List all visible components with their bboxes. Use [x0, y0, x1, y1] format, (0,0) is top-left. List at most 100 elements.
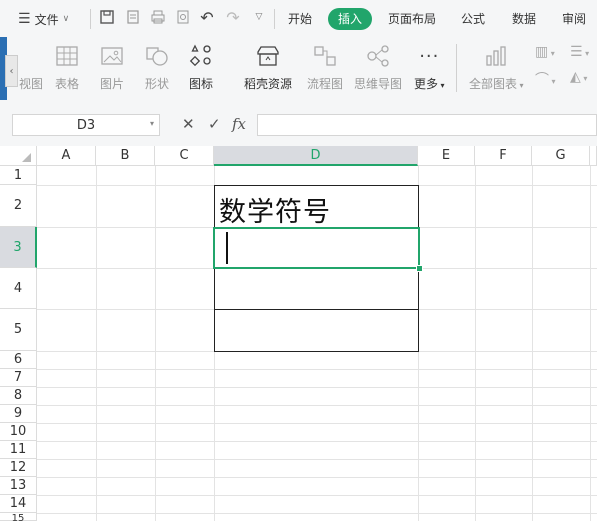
- row-header-7[interactable]: 7: [0, 369, 37, 387]
- column-header-g[interactable]: G: [532, 146, 590, 166]
- gridline: [590, 166, 591, 521]
- gridline: [155, 166, 156, 521]
- gridline: [37, 369, 597, 370]
- ribbon-label: 流程图: [307, 77, 344, 91]
- ribbon-label: 表格: [54, 77, 79, 91]
- name-box-dropdown-icon[interactable]: ▾: [150, 119, 154, 128]
- column-header-h[interactable]: [590, 146, 597, 166]
- save-icon[interactable]: [98, 8, 116, 26]
- bar-chart-button[interactable]: ☰ ▾: [570, 44, 597, 62]
- column-header-c[interactable]: C: [155, 146, 214, 166]
- flowchart-icon: [312, 43, 338, 69]
- ribbon-label: 视图: [18, 77, 43, 91]
- ribbon-more[interactable]: ··· 更多 ▾: [414, 43, 445, 92]
- column-header-d[interactable]: D: [214, 146, 418, 166]
- column-header-f[interactable]: F: [475, 146, 532, 166]
- redo-icon[interactable]: ↷: [224, 8, 242, 27]
- ribbon-shapes[interactable]: 形状: [144, 43, 170, 92]
- gridline: [37, 441, 597, 442]
- row-header-4[interactable]: 4: [0, 268, 37, 309]
- ribbon-label: 思维导图: [354, 77, 403, 91]
- gridline: [37, 513, 597, 514]
- chevron-down-icon: ∨: [62, 14, 70, 24]
- row-header-8[interactable]: 8: [0, 387, 37, 405]
- column-chart-icon: ▥: [535, 44, 549, 60]
- bar-chart-icon: ☰: [570, 44, 583, 60]
- area-chart-button[interactable]: ◭ ▾: [570, 69, 597, 87]
- row-header-15[interactable]: 15: [0, 513, 37, 524]
- undo-icon[interactable]: ↶: [198, 8, 216, 27]
- row-header-2[interactable]: 2: [0, 185, 37, 227]
- print-preview-icon[interactable]: [174, 8, 192, 26]
- ribbon-label: 更多 ▾: [414, 77, 445, 91]
- row-header-1[interactable]: 1: [0, 166, 37, 185]
- cell-d2-text: 数学符号: [219, 197, 331, 228]
- insert-function-icon[interactable]: fx: [232, 115, 246, 133]
- pivot-view-icon: [18, 43, 44, 69]
- tab-home[interactable]: 开始: [288, 9, 312, 29]
- row-header-3[interactable]: 3: [0, 227, 37, 268]
- gridline: [37, 477, 597, 478]
- all-charts-icon: [483, 43, 509, 69]
- cancel-icon[interactable]: ✕: [182, 115, 195, 133]
- cell-d5[interactable]: [214, 309, 419, 352]
- tab-page-layout[interactable]: 页面布局: [388, 9, 436, 29]
- fill-handle[interactable]: [416, 265, 423, 272]
- line-chart-icon: ⌒: [535, 72, 549, 88]
- name-box[interactable]: D3: [12, 114, 160, 136]
- ribbon-label: 形状: [144, 77, 169, 91]
- select-all-triangle-icon: [22, 153, 31, 162]
- column-header-b[interactable]: B: [96, 146, 155, 166]
- file-menu-label: 文件: [34, 12, 59, 27]
- ribbon-picture[interactable]: 图片: [99, 43, 125, 92]
- ribbon-flowchart[interactable]: 流程图: [307, 43, 343, 92]
- ribbon-pivot-view[interactable]: 视图: [18, 43, 44, 92]
- gridline: [96, 166, 97, 521]
- mindmap-icon: [365, 43, 391, 69]
- cell-d4[interactable]: [214, 268, 419, 310]
- confirm-icon[interactable]: ✓: [208, 115, 221, 133]
- column-header-a[interactable]: A: [37, 146, 96, 166]
- row-header-12[interactable]: 12: [0, 459, 37, 477]
- column-header-e[interactable]: E: [418, 146, 475, 166]
- row-header-11[interactable]: 11: [0, 441, 37, 459]
- picture-icon: [99, 43, 125, 69]
- hamburger-icon: ☰: [18, 11, 31, 27]
- tab-formulas[interactable]: 公式: [461, 9, 485, 29]
- row-header-10[interactable]: 10: [0, 423, 37, 441]
- tab-review[interactable]: 审阅: [562, 9, 586, 29]
- column-chart-button[interactable]: ▥ ▾: [535, 44, 565, 62]
- ribbon-all-charts[interactable]: 全部图表 ▾: [469, 43, 524, 92]
- gridline: [37, 459, 597, 460]
- print-icon[interactable]: [149, 8, 167, 26]
- gridline: [532, 166, 533, 521]
- separator: [274, 9, 275, 29]
- ribbon-mindmap[interactable]: 思维导图: [354, 43, 402, 92]
- ribbon-table[interactable]: 表格: [54, 43, 80, 92]
- separator: [456, 44, 457, 92]
- gridline: [475, 166, 476, 521]
- row-header-9[interactable]: 9: [0, 405, 37, 423]
- icons-icon: [188, 43, 214, 69]
- line-chart-button[interactable]: ⌒ ▾: [535, 69, 565, 88]
- chevron-down-icon: ▾: [548, 49, 555, 58]
- gridline: [37, 387, 597, 388]
- text-caret: [226, 232, 228, 264]
- ribbon-icons[interactable]: 图标: [188, 43, 214, 92]
- active-cell-border[interactable]: [213, 227, 420, 269]
- formula-input[interactable]: [257, 114, 597, 136]
- quick-access-dropdown-icon[interactable]: ▽: [250, 8, 268, 26]
- export-pdf-icon[interactable]: [124, 8, 142, 26]
- file-menu[interactable]: ☰ 文件 ∨: [18, 9, 69, 29]
- chevron-down-icon: ▾: [549, 77, 556, 86]
- row-header-5[interactable]: 5: [0, 309, 37, 351]
- row-header-6[interactable]: 6: [0, 351, 37, 369]
- tab-data[interactable]: 数据: [512, 9, 536, 29]
- row-header-14[interactable]: 14: [0, 495, 37, 513]
- ribbon-scroll-left-button[interactable]: ‹: [5, 55, 18, 87]
- select-all-button[interactable]: [0, 146, 37, 166]
- area-chart-icon: ◭: [570, 69, 581, 85]
- tab-insert[interactable]: 插入: [328, 8, 373, 30]
- row-header-13[interactable]: 13: [0, 477, 37, 495]
- ribbon-docer-resources[interactable]: 稻壳资源: [244, 43, 292, 92]
